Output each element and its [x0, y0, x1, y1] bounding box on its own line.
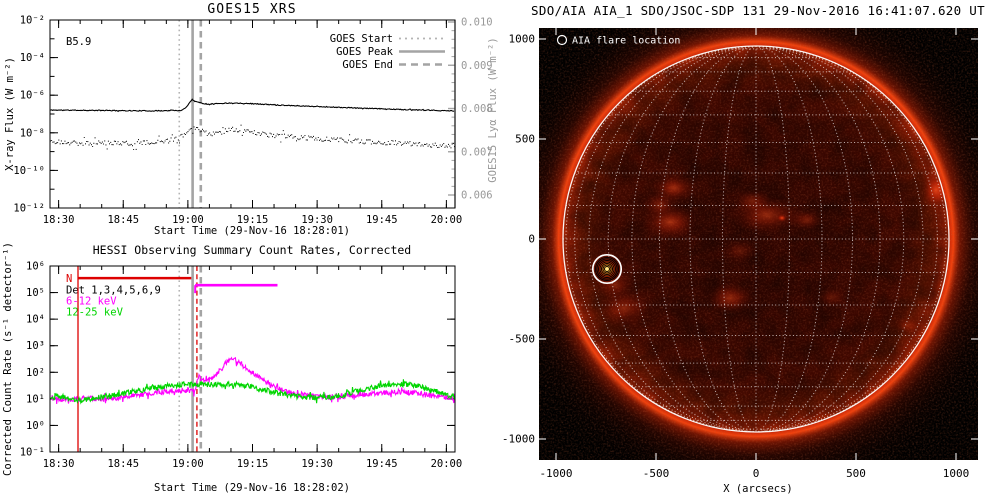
- y-tick-label: 10⁻¹²: [13, 203, 45, 215]
- y-tick-label: 10¹: [26, 393, 45, 405]
- y-tick-label: 10⁻⁶: [20, 90, 45, 102]
- hessi-y-axis-label: Corrected Count Rate (s⁻¹ detector⁻¹): [2, 242, 14, 476]
- goes-y-axis-label: X-ray Flux (W m⁻²): [4, 57, 16, 171]
- y2-tick-label: 0.007: [461, 146, 493, 158]
- series-GOES15 Lya: [50, 124, 455, 151]
- goes-xrs-chart: GOES15 XRS B5.9 X-ray Flux (W m⁻²) GOES1…: [4, 2, 499, 237]
- legend-band-12-25-label: 12-25 keV: [66, 307, 124, 319]
- sdo-aia-image: SDO/AIA AIA_1 SDO/JSOC-SDP 131 29-Nov-20…: [502, 3, 985, 495]
- goes-legend: GOES Start GOES Peak GOES End: [330, 33, 445, 71]
- y-tick-label: 10⁻²: [20, 15, 45, 27]
- sun-image-body: [539, 28, 978, 460]
- solar-monitoring-dashboard: GOES15 XRS B5.9 X-ray Flux (W m⁻²) GOES1…: [0, 0, 1000, 500]
- x-tick-label: 18:45: [107, 458, 139, 470]
- x-tick-label: 18:45: [107, 214, 139, 226]
- x-tick-label: 20:00: [431, 458, 463, 470]
- legend-night-flag-label: N: [66, 273, 72, 285]
- y-tick-label: 10⁵: [26, 287, 45, 299]
- sun-y-tick-label: -500: [509, 333, 536, 346]
- active-region: [732, 188, 772, 214]
- y-tick-label: 10⁻¹: [20, 447, 45, 459]
- x-tick-label: 19:00: [172, 214, 204, 226]
- x-tick-label: 20:00: [431, 214, 463, 226]
- flare-legend-label: AIA flare location: [572, 36, 680, 47]
- y-tick-label: 10⁰: [26, 420, 45, 432]
- series-path: [50, 98, 455, 113]
- active-region: [789, 208, 825, 232]
- x-tick-label: 19:00: [172, 458, 204, 470]
- x-tick-label: 19:15: [237, 458, 269, 470]
- y-tick-label: 10⁻¹⁰: [13, 165, 45, 177]
- hessi-count-rate-chart: HESSI Observing Summary Count Rates, Cor…: [2, 242, 463, 494]
- sun-x-tick-label: 0: [753, 467, 760, 480]
- sun-x-tick-label: 500: [846, 467, 866, 480]
- goes-x-axis-label: Start Time (29-Nov-16 18:28:01): [154, 225, 350, 237]
- y-tick-label: 10³: [26, 340, 45, 352]
- hessi-legend: N Det 1,3,4,5,6,9 6-12 keV 12-25 keV: [66, 273, 161, 319]
- x-tick-label: 19:30: [301, 458, 333, 470]
- legend-goes-start-label: GOES Start: [330, 33, 393, 45]
- sun-x-tick-label: -500: [643, 467, 670, 480]
- sun-x-axis-label: X (arcsecs): [723, 483, 793, 495]
- y2-tick-label: 0.006: [461, 190, 493, 202]
- flare-marker: [589, 251, 625, 287]
- y-tick-label: 10⁶: [26, 261, 45, 273]
- y2-tick-label: 0.009: [461, 60, 493, 72]
- y-tick-label: 10²: [26, 367, 45, 379]
- y2-tick-label: 0.008: [461, 103, 493, 115]
- y-tick-label: 10⁻⁴: [20, 52, 45, 64]
- x-tick-label: 19:45: [366, 214, 398, 226]
- sun-y-tick-label: 0: [528, 233, 535, 246]
- legend-goes-end-label: GOES End: [342, 59, 393, 71]
- goes-chart-title: GOES15 XRS: [207, 2, 296, 17]
- sun-x-tick-label: 1000: [943, 467, 970, 480]
- sun-x-tick-label: -1000: [539, 467, 572, 480]
- y-tick-label: 10⁴: [26, 314, 45, 326]
- x-tick-label: 18:30: [43, 458, 75, 470]
- legend-goes-peak-label: GOES Peak: [336, 46, 394, 58]
- x-tick-label: 19:30: [301, 214, 333, 226]
- hessi-chart-title: HESSI Observing Summary Count Rates, Cor…: [93, 243, 412, 257]
- active-region: [776, 214, 788, 222]
- active-region: [706, 282, 754, 314]
- x-tick-label: 18:30: [43, 214, 75, 226]
- sun-flare-legend: AIA flare location: [556, 34, 680, 47]
- flare-class-label: B5.9: [66, 36, 91, 48]
- sun-y-tick-label: 1000: [509, 33, 536, 46]
- x-tick-label: 19:15: [237, 214, 269, 226]
- active-region: [720, 238, 760, 264]
- sdo-aia-panel: SDO/AIA AIA_1 SDO/JSOC-SDP 131 29-Nov-20…: [500, 0, 1000, 500]
- hessi-x-axis-label: Start Time (29-Nov-16 18:28:02): [154, 482, 350, 494]
- sun-y-tick-label: -1000: [502, 433, 535, 446]
- series-path: [50, 124, 455, 151]
- x-tick-label: 19:45: [366, 458, 398, 470]
- series-GOES X-ray 1-8A: [50, 98, 455, 113]
- goes-plot-frame: [49, 19, 456, 209]
- y2-tick-label: 0.010: [461, 17, 493, 29]
- sun-y-tick-label: 500: [515, 133, 535, 146]
- sun-image-title: SDO/AIA AIA_1 SDO/JSOC-SDP 131 29-Nov-20…: [531, 3, 985, 18]
- y-tick-label: 10⁻⁸: [20, 127, 45, 139]
